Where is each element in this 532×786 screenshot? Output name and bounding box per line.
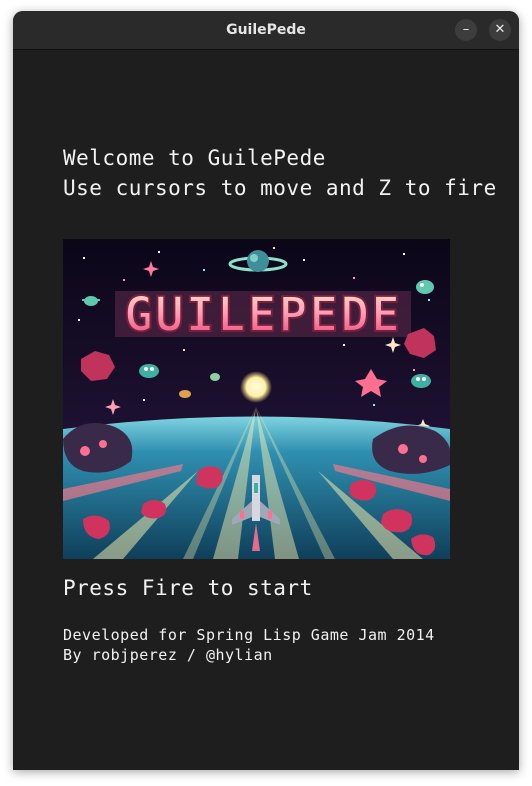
bug-icon <box>179 390 191 398</box>
logo-guilepede: GUILEPEDE <box>115 286 411 344</box>
title-artwork-svg: GUILEPEDE <box>63 239 450 559</box>
sun <box>240 371 272 403</box>
press-fire-text: Press Fire to start <box>63 576 313 600</box>
bug-icon <box>411 374 431 388</box>
app-window: GuilePede – ✕ Welcome to GuilePede Use c… <box>13 11 519 770</box>
title-bar[interactable]: GuilePede – ✕ <box>13 11 519 50</box>
window-title: GuilePede <box>226 22 306 38</box>
game-screen[interactable]: Welcome to GuilePede Use cursors to move… <box>13 50 519 770</box>
title-artwork: GUILEPEDE <box>63 239 450 559</box>
bug-icon <box>210 373 220 381</box>
credit-jam: Developed for Spring Lisp Game Jam 2014 <box>63 626 435 644</box>
close-button[interactable]: ✕ <box>489 19 511 41</box>
minimize-button[interactable]: – <box>455 19 477 41</box>
controls-text: Use cursors to move and Z to fire <box>63 176 497 200</box>
bug-icon <box>416 280 434 294</box>
bug-icon <box>139 364 159 378</box>
welcome-text: Welcome to GuilePede <box>63 146 326 170</box>
logo-text: GUILEPEDE <box>124 287 402 343</box>
credit-author: By robjperez / @hylian <box>63 646 273 664</box>
